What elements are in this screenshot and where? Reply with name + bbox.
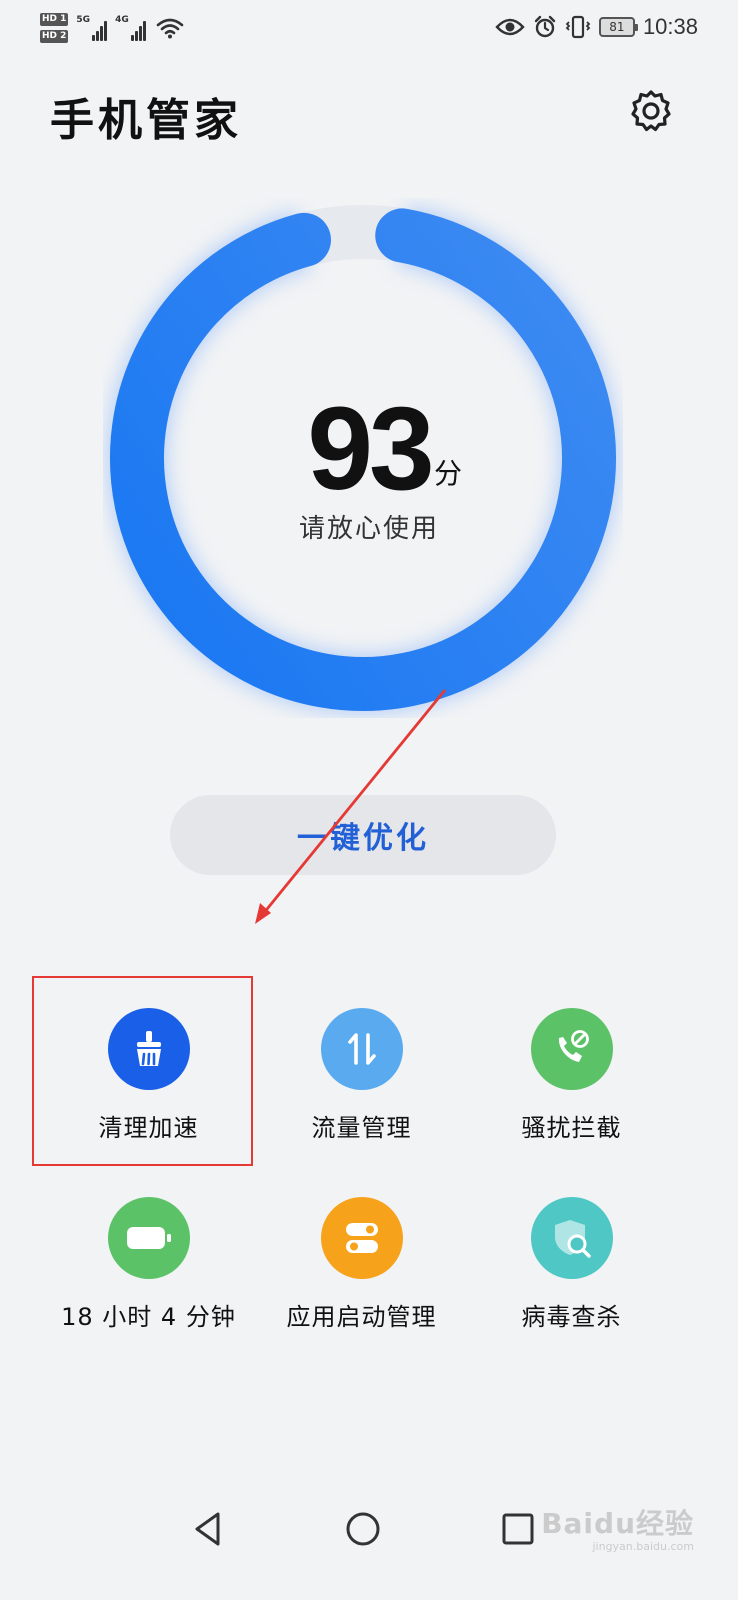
shield-search-icon <box>530 1197 613 1279</box>
optimize-button-label: 一键优化 <box>297 821 429 856</box>
signal-4g-icon: 4G <box>115 15 146 41</box>
page-title: 手机管家 <box>50 95 242 146</box>
wifi-icon <box>156 18 184 39</box>
tool-app-launch-label: 应用启动管理 <box>286 1303 437 1331</box>
tool-data-usage[interactable]: 流量管理 <box>255 1008 468 1143</box>
score-value: 93 <box>307 383 434 515</box>
sim1-badge: HD 1 <box>40 13 69 26</box>
tool-battery-label: 18 小时 4 分钟 <box>61 1303 236 1331</box>
watermark-logo: Baidu经验 jingyan.baidu.com <box>541 1507 694 1553</box>
tool-app-launch[interactable]: 应用启动管理 <box>255 1197 468 1332</box>
score-display: 93 <box>0 390 738 508</box>
tool-harassment-block-label: 骚扰拦截 <box>521 1114 622 1142</box>
tool-virus-scan[interactable]: 病毒查杀 <box>465 1197 678 1332</box>
clock: 10:38 <box>642 14 698 39</box>
status-bar-left: HD 1 HD 2 5G 4G <box>40 8 184 48</box>
battery-icon <box>107 1197 190 1279</box>
annotation-highlight-box <box>32 976 253 1166</box>
toggle-switch-icon <box>320 1197 403 1279</box>
tool-data-usage-label: 流量管理 <box>311 1114 412 1142</box>
gear-icon[interactable] <box>628 88 674 134</box>
optimize-button[interactable]: 一键优化 <box>170 795 556 875</box>
sim2-badge: HD 2 <box>40 30 69 43</box>
vibrate-icon <box>565 15 591 39</box>
back-icon[interactable] <box>188 1509 228 1549</box>
call-block-icon <box>530 1008 613 1090</box>
tool-virus-scan-label: 病毒查杀 <box>521 1303 622 1331</box>
recents-icon[interactable] <box>498 1509 538 1549</box>
battery-icon: 81 <box>598 17 638 37</box>
signal-5g-icon: 5G <box>76 15 108 41</box>
home-icon[interactable] <box>343 1509 383 1549</box>
tool-battery[interactable]: 18 小时 4 分钟 <box>42 1197 255 1332</box>
status-bar-right: 81 10:38 <box>495 10 698 44</box>
data-transfer-icon <box>320 1008 403 1090</box>
score-unit: 分 <box>434 457 463 490</box>
alarm-icon <box>534 15 556 38</box>
tool-harassment-block[interactable]: 骚扰拦截 <box>465 1008 678 1143</box>
eye-icon <box>495 18 525 36</box>
status-bar: HD 1 HD 2 5G 4G 81 10:38 <box>0 0 738 54</box>
score-status: 请放心使用 <box>298 514 439 544</box>
